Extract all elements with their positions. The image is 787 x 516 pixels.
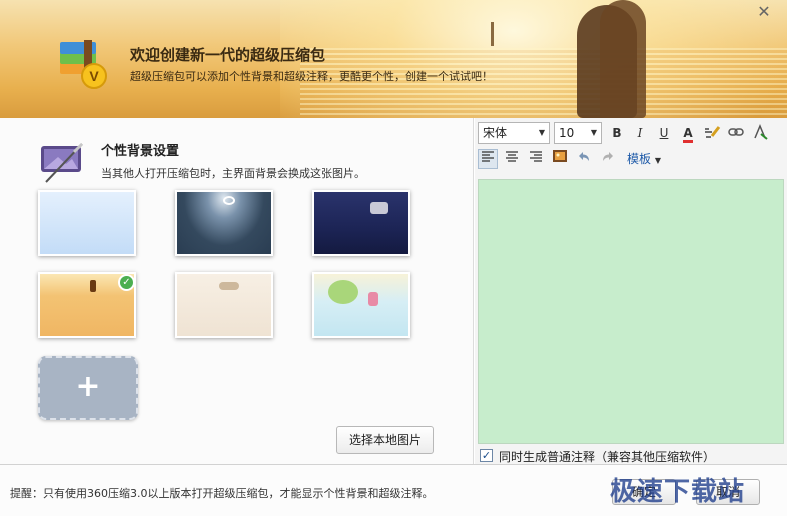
underline-button[interactable]: U (654, 123, 674, 143)
banner-couple-silhouette-2 (600, 0, 646, 118)
site-watermark: 极速下载站 (610, 477, 746, 507)
close-button[interactable]: ✕ (752, 2, 776, 22)
bold-button[interactable]: B (607, 123, 627, 143)
moon-shape (223, 196, 235, 205)
banner-lighthouse (491, 22, 494, 46)
font-size-select[interactable]: 10 ▼ (554, 122, 602, 144)
font-family-select[interactable]: 宋体 ▼ (478, 122, 550, 144)
italic-button[interactable]: I (630, 123, 650, 143)
choose-local-image-button[interactable]: 选择本地图片 (336, 426, 434, 454)
background-settings-panel: 个性背景设置 当其他人打开压缩包时，主界面背景会换成这张图片。 ✓ + 选择本地… (0, 118, 474, 464)
compat-checkbox-label: 同时生成普通注释（兼容其他压缩软件） (499, 450, 716, 464)
night-bench-shape (370, 202, 388, 214)
header-banner: V 欢迎创建新一代的超级压缩包 超级压缩包可以添加个性背景和超级注释，更酷更个性… (0, 0, 787, 118)
font-family-value: 宋体 (483, 126, 508, 140)
footer-tip: 提醒：只有使用360压缩3.0以上版本打开超级压缩包，才能显示个性背景和超级注释… (10, 487, 434, 500)
editor-toolbar-paragraph: 模板 ▼ (475, 148, 787, 172)
background-thumb-beige[interactable] (175, 272, 273, 338)
selected-check-icon: ✓ (118, 274, 135, 291)
beige-ornament-shape (219, 282, 239, 290)
add-background-button[interactable]: + (38, 356, 138, 420)
background-thumb-cartoon-sky[interactable] (312, 272, 410, 338)
background-thumb-light-blue[interactable] (38, 190, 136, 256)
dialog-subtitle: 超级压缩包可以添加个性背景和超级注释，更酷更个性，创建一个试试吧！ (130, 70, 493, 83)
align-center-icon[interactable] (502, 149, 522, 169)
svg-text:V: V (89, 68, 99, 84)
font-size-value: 10 (559, 126, 575, 140)
link-icon[interactable] (726, 123, 746, 143)
clear-format-icon[interactable] (750, 123, 770, 143)
template-label: 模板 (627, 152, 652, 166)
annotation-editor-area[interactable] (478, 179, 784, 444)
font-color-button[interactable]: A (678, 123, 698, 143)
footer-bar: 提醒：只有使用360压缩3.0以上版本打开超级压缩包，才能显示个性背景和超级注释… (0, 464, 787, 516)
compat-checkbox[interactable]: ✓ (480, 449, 493, 462)
insert-image-icon[interactable] (550, 149, 570, 169)
chevron-down-icon: ▼ (590, 128, 597, 137)
field-figure-shape (90, 280, 96, 292)
app-logo-icon: V (60, 40, 107, 89)
editor-toolbar-formatting: 宋体 ▼ 10 ▼ B I U A (475, 122, 787, 146)
redo-icon[interactable] (598, 149, 618, 169)
cartoon-tree-shape (328, 280, 358, 304)
dialog-title: 欢迎创建新一代的超级压缩包 (130, 46, 326, 64)
undo-icon[interactable] (574, 149, 594, 169)
cartoon-figure-shape (368, 292, 378, 306)
caret-down-icon: ▼ (654, 156, 661, 165)
background-thumb-dark-teal[interactable] (175, 190, 273, 256)
chevron-down-icon: ▼ (538, 128, 545, 137)
section-description: 当其他人打开压缩包时，主界面背景会换成这张图片。 (101, 167, 365, 180)
template-dropdown[interactable]: 模板 ▼ (627, 150, 661, 167)
align-right-icon[interactable] (526, 149, 546, 169)
background-thumb-navy-night[interactable] (312, 190, 410, 256)
font-color-glyph: A (683, 126, 693, 143)
align-left-icon[interactable] (478, 149, 498, 169)
section-title: 个性背景设置 (101, 144, 180, 159)
brush-frame-icon (41, 142, 84, 183)
spellcheck-icon[interactable] (702, 123, 722, 143)
annotation-editor-panel: 宋体 ▼ 10 ▼ B I U A 模板 ▼ ✓ 同时生成普通注释（兼容其他压缩… (475, 118, 787, 464)
